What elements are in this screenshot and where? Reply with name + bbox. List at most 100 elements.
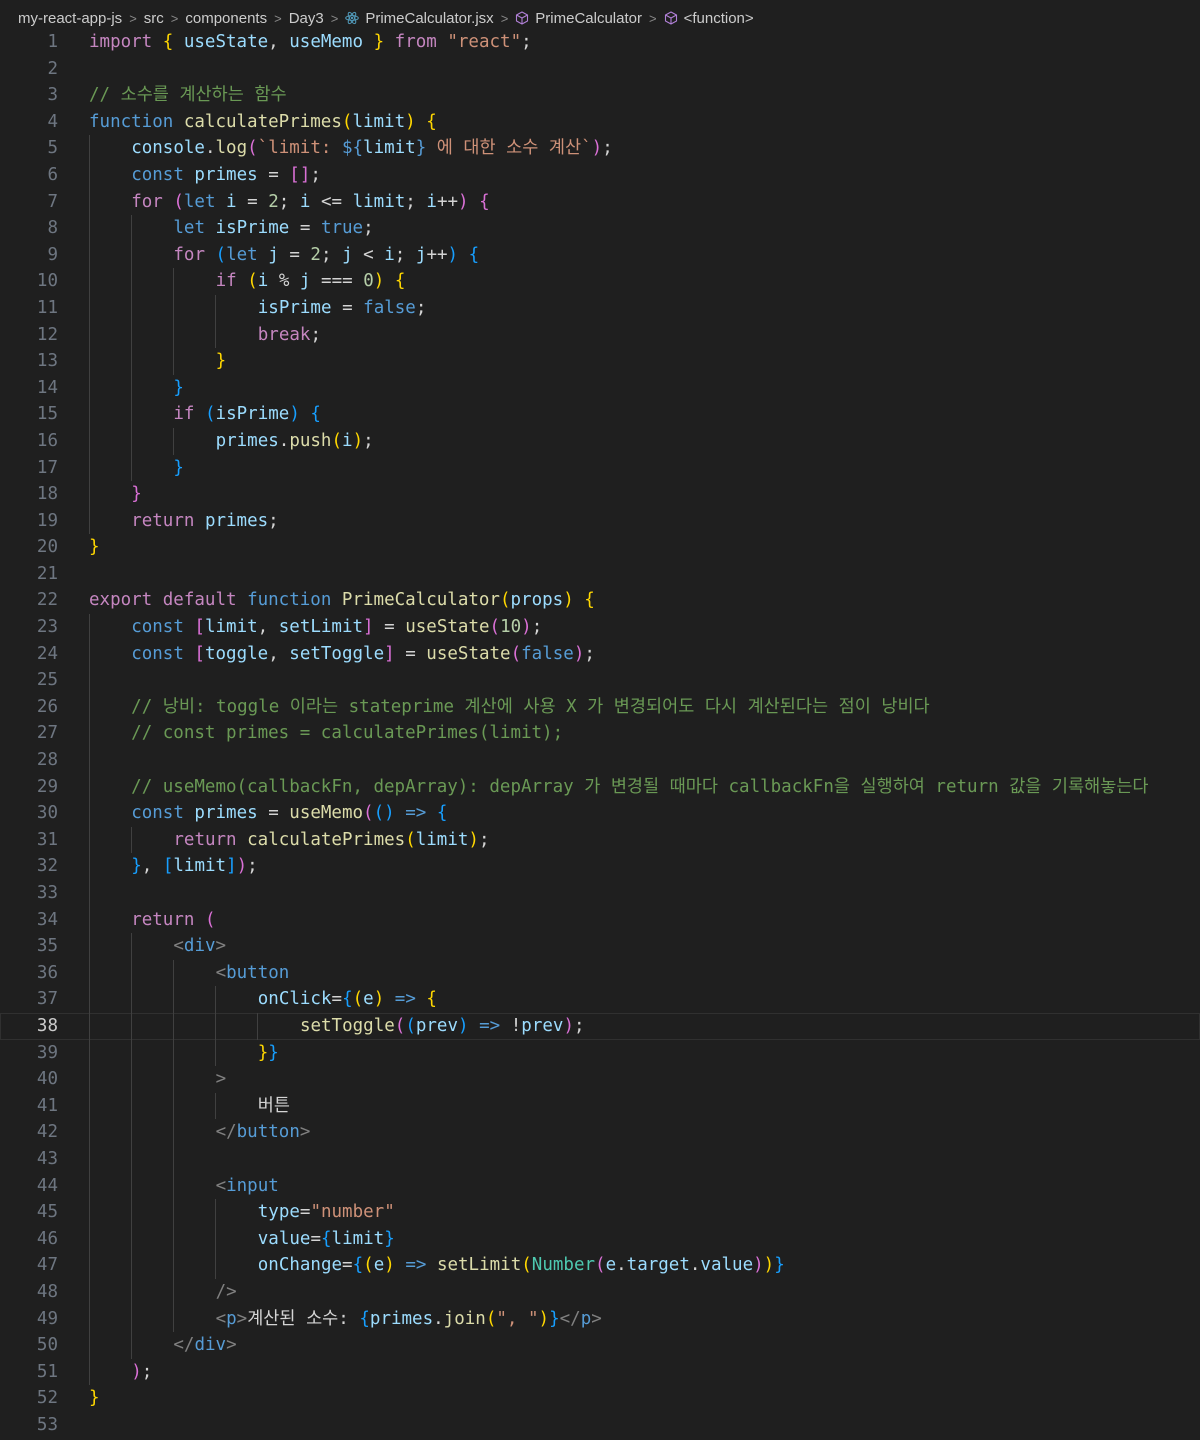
code-text: } xyxy=(173,457,184,478)
line-number: 5 xyxy=(47,138,58,159)
code-line[interactable]: 5 console.log(`limit: ${limit} 에 대한 소수 계… xyxy=(0,135,1200,162)
code-line[interactable]: 41 버튼 xyxy=(0,1092,1200,1120)
indent-guide xyxy=(89,747,90,774)
code-line[interactable]: 27 // const primes = calculatePrimes(lim… xyxy=(0,720,1200,748)
line-number: 41 xyxy=(36,1095,58,1116)
line-number: 13 xyxy=(36,351,58,372)
code-text: onChange={(e) => setLimit(Number(e.targe… xyxy=(257,1255,785,1276)
code-line[interactable]: 4 function calculatePrimes(limit) { xyxy=(0,109,1200,136)
code-line[interactable]: 18 } xyxy=(0,481,1200,508)
code-line[interactable]: 22 export default function PrimeCalculato… xyxy=(0,587,1200,614)
code-line[interactable]: 15 if (isPrime) { xyxy=(0,401,1200,428)
line-number: 7 xyxy=(47,191,58,212)
line-number: 43 xyxy=(36,1148,58,1169)
code-line[interactable]: 53 xyxy=(0,1412,1200,1439)
code-line[interactable]: 34 return ( xyxy=(0,906,1200,934)
code-line[interactable]: 17 } xyxy=(0,454,1200,482)
line-number: 29 xyxy=(36,776,58,797)
line-number: 33 xyxy=(36,883,58,903)
code-line[interactable]: 6 const primes = []; xyxy=(0,161,1200,189)
code-text: } xyxy=(89,1388,100,1409)
code-line[interactable]: 32 }, [limit]); xyxy=(0,853,1200,880)
code-line[interactable]: 42 </button> xyxy=(0,1119,1200,1146)
code-line[interactable]: 14 } xyxy=(0,374,1200,402)
code-line[interactable]: 11 isPrime = false; xyxy=(0,294,1200,322)
code-line[interactable]: 33 xyxy=(0,880,1200,907)
code-line[interactable]: 38 setToggle((prev) => !prev); xyxy=(0,1012,1200,1040)
code-line[interactable]: 30 const primes = useMemo(() => { xyxy=(0,800,1200,827)
line-number: 32 xyxy=(36,856,58,877)
code-text: } xyxy=(89,537,100,558)
code-text: // 소수를 계산하는 함수 xyxy=(89,85,287,106)
indent-guide xyxy=(89,880,90,907)
code-line[interactable]: 19 return primes; xyxy=(0,507,1200,535)
breadcrumb-item-day3[interactable]: Day3 xyxy=(289,10,324,27)
code-line[interactable]: 31 return calculatePrimes(limit); xyxy=(0,826,1200,854)
code-line[interactable]: 51 ); xyxy=(0,1358,1200,1386)
code-line[interactable]: 52} xyxy=(0,1385,1200,1412)
code-editor[interactable]: 1 import { useState, useMemo } from "reac… xyxy=(0,29,1200,1438)
code-text: 버튼 xyxy=(257,1095,290,1116)
breadcrumb-item-file[interactable]: PrimeCalculator.jsx xyxy=(365,10,493,27)
line-number: 25 xyxy=(36,670,58,691)
code-line[interactable]: 8 let isPrime = true; xyxy=(0,215,1200,242)
code-line[interactable]: 3 // 소수를 계산하는 함수 xyxy=(0,82,1200,109)
line-number: 22 xyxy=(36,590,58,611)
code-line[interactable]: 46 value={limit} xyxy=(0,1225,1200,1253)
line-number: 11 xyxy=(36,297,58,318)
code-line[interactable]: 47 onChange={(e) => setLimit(Number(e.ta… xyxy=(0,1252,1200,1279)
line-number: 12 xyxy=(36,324,58,345)
code-line[interactable]: 48 /> xyxy=(0,1278,1200,1306)
code-text: for (let j = 2; j < i; j++) { xyxy=(173,244,480,265)
line-number: 3 xyxy=(47,85,58,106)
code-line[interactable]: 23 const [limit, setLimit] = useState(10… xyxy=(0,614,1200,641)
code-line[interactable]: 2 xyxy=(0,56,1200,83)
code-line[interactable]: 39 }} xyxy=(0,1039,1200,1067)
code-line[interactable]: 29 // useMemo(callbackFn, depArray): dep… xyxy=(0,773,1200,801)
line-number: 28 xyxy=(36,750,58,771)
code-line[interactable]: 26 // 낭비: toggle 이라는 stateprime 계산에 사용 X… xyxy=(0,693,1200,721)
code-line[interactable]: 44 <input xyxy=(0,1172,1200,1200)
breadcrumb-item-project[interactable]: my-react-app-js xyxy=(18,10,122,27)
breadcrumb-item-function[interactable]: <function> xyxy=(684,10,754,27)
chevron-right-icon: > xyxy=(170,10,179,26)
code-line[interactable]: 35 <div> xyxy=(0,933,1200,960)
code-text: const primes = []; xyxy=(131,164,321,185)
code-line[interactable]: 40 > xyxy=(0,1066,1200,1093)
code-line[interactable]: 50 </div> xyxy=(0,1332,1200,1359)
code-text: } xyxy=(173,377,184,398)
code-line[interactable]: 9 for (let j = 2; j < i; j++) { xyxy=(0,241,1200,269)
code-text: function calculatePrimes(limit) { xyxy=(89,111,437,132)
code-line[interactable]: 49 <p>계산된 소수: {primes.join(", ")}</p> xyxy=(0,1305,1200,1333)
code-line[interactable]: 12 break; xyxy=(0,321,1200,349)
code-line[interactable]: 7 for (let i = 2; i <= limit; i++) { xyxy=(0,188,1200,216)
code-line[interactable]: 13 } xyxy=(0,348,1200,375)
code-text: <button xyxy=(215,962,290,983)
code-line[interactable]: 20} xyxy=(0,534,1200,561)
breadcrumb-item-src[interactable]: src xyxy=(144,10,164,27)
breadcrumb-item-component[interactable]: PrimeCalculator xyxy=(535,10,642,27)
line-number: 8 xyxy=(47,218,58,239)
code-line[interactable]: 37 onClick={(e) => { xyxy=(0,986,1200,1013)
code-line[interactable]: 43 xyxy=(0,1145,1200,1173)
code-text: return primes; xyxy=(131,510,279,531)
code-line[interactable]: 1 import { useState, useMemo } from "reac… xyxy=(0,29,1200,56)
chevron-right-icon: > xyxy=(330,10,339,26)
code-text: /> xyxy=(215,1281,237,1302)
code-line[interactable]: 36 <button xyxy=(0,959,1200,987)
code-line[interactable]: 16 primes.push(i); xyxy=(0,427,1200,455)
code-line[interactable]: 25 xyxy=(0,667,1200,694)
code-line[interactable]: 10 if (i % j === 0) { xyxy=(0,268,1200,295)
code-line[interactable]: 28 xyxy=(0,747,1200,774)
code-text: import { useState, useMemo } from "react… xyxy=(89,32,532,52)
code-text: const primes = useMemo(() => { xyxy=(131,803,448,824)
line-number: 4 xyxy=(47,111,58,132)
code-line[interactable]: 24 const [toggle, setToggle] = useState(… xyxy=(0,640,1200,668)
breadcrumb-item-components[interactable]: components xyxy=(185,10,267,27)
code-text: // 낭비: toggle 이라는 stateprime 계산에 사용 X 가 … xyxy=(131,696,930,717)
line-number: 18 xyxy=(36,484,58,505)
code-line[interactable]: 21 xyxy=(0,561,1200,588)
line-number: 38 xyxy=(36,1015,58,1036)
code-text: <input xyxy=(215,1175,279,1196)
code-line[interactable]: 45 type="number" xyxy=(0,1199,1200,1226)
